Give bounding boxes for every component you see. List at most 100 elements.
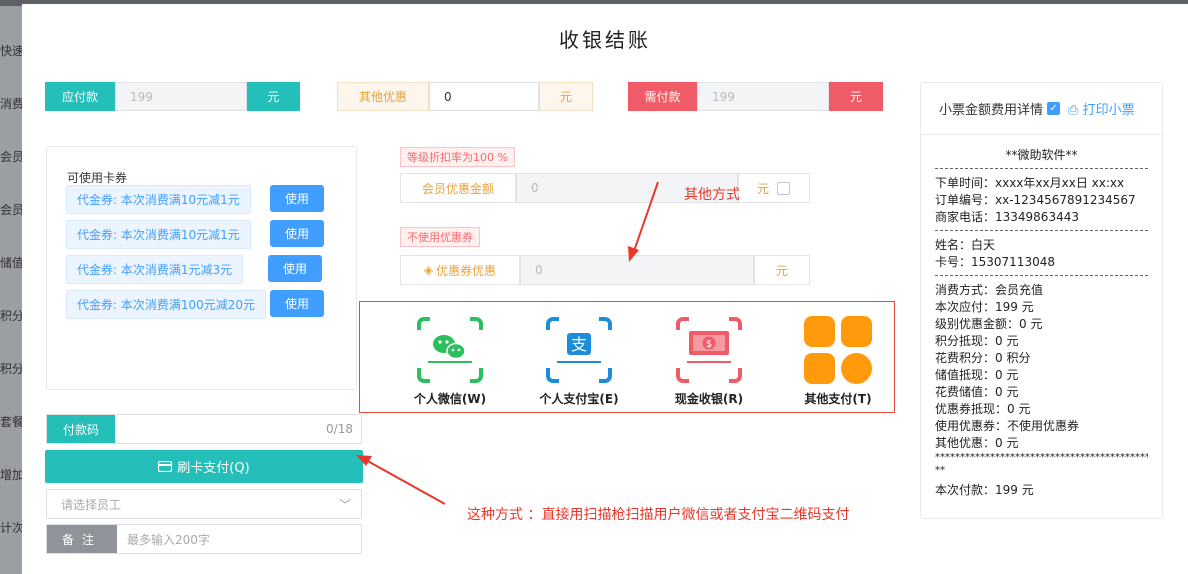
coupon-discount-input[interactable]: 0 [520, 255, 754, 285]
level-discount-tag: 等级折扣率为100 % [400, 147, 515, 167]
other-discount-group: 其他优惠 0 元 [337, 82, 593, 111]
member-discount-unit: 元 [738, 173, 810, 203]
alipay-label: 个人支付宝(E) [539, 392, 619, 406]
payment-methods-panel: 个人微信(W) 支 个人支付宝(E) $ 现金收银(R) 其他支付(T) [359, 301, 895, 413]
wechat-pay-option[interactable]: 个人微信(W) [395, 316, 505, 407]
receipt-line: 消费方式：会员充值 [935, 283, 1044, 297]
staff-select[interactable]: 请选择员工 ﹀ [46, 489, 362, 519]
other-discount-unit: 元 [539, 82, 593, 111]
receipt-body: **微助软件** 下单时间：xxxx年xx月xx日 xx:xx 订单编号：xx-… [921, 147, 1162, 499]
payment-code-label: 付款码 [47, 415, 115, 443]
sidebar-item[interactable]: 增加 [0, 466, 24, 483]
payable-group: 应付款 199 元 [45, 82, 300, 111]
receipt-stars: ****************************************… [935, 452, 1148, 463]
coupon-item: 代金券: 本次消费满10元减1元 [66, 185, 251, 214]
svg-text:$: $ [706, 339, 712, 350]
coupon-panel-title: 可使用卡券 [67, 171, 128, 185]
coupon-item: 代金券: 本次消费满100元减20元 [66, 290, 267, 319]
member-discount-checkbox[interactable] [777, 181, 791, 195]
coupon-item: 代金券: 本次消费满1元减3元 [66, 255, 244, 284]
annotation-other-methods: 其他方式 [684, 187, 740, 203]
payable-label: 应付款 [45, 82, 115, 111]
staff-select-placeholder: 请选择员工 [61, 497, 122, 512]
receipt-line: 姓名：白天 [935, 238, 996, 252]
member-discount-group: 会员优惠金额 0 元 [400, 173, 810, 203]
swipe-card-button[interactable]: 刷卡支付(Q) [45, 450, 363, 483]
payable-input[interactable]: 199 [115, 82, 247, 111]
receipt-line: 商家电话：13349863443 [935, 210, 1079, 224]
coupon-status-tag: 不使用优惠券 [400, 227, 480, 247]
checkout-modal: 收银结账 应付款 199 元 其他优惠 0 元 需付款 199 元 可使用卡券 … [22, 4, 1188, 574]
wechat-icon [417, 317, 483, 383]
due-label: 需付款 [628, 82, 697, 111]
sidebar-item[interactable]: 计次 [0, 519, 24, 536]
receipt-divider [935, 275, 1148, 276]
cash-pay-label: 现金收银(R) [674, 392, 744, 406]
coupon-discount-label-text: 优惠券优惠 [436, 263, 497, 278]
payment-code-input[interactable]: 0/18 [115, 415, 361, 443]
due-unit: 元 [829, 82, 883, 111]
other-discount-input[interactable]: 0 [429, 82, 539, 111]
note-label: 备注 [47, 525, 117, 553]
printer-icon: ⎙ [1068, 103, 1079, 118]
sidebar-item[interactable]: 消费 [0, 95, 24, 112]
use-coupon-button[interactable]: 使用 [270, 220, 324, 247]
use-coupon-button[interactable]: 使用 [270, 185, 324, 212]
due-input[interactable]: 199 [697, 82, 829, 111]
use-coupon-button[interactable]: 使用 [270, 290, 324, 317]
receipt-line: 下单时间：xxxx年xx月xx日 xx:xx [935, 176, 1125, 190]
use-coupon-button[interactable]: 使用 [268, 255, 322, 282]
note-group: 备注 最多输入200字 [46, 524, 362, 554]
receipt-line: 级别优惠金额：0 元 [935, 317, 1043, 331]
cash-pay-option[interactable]: $ 现金收银(R) [654, 316, 764, 407]
note-input[interactable]: 最多输入200字 [117, 525, 361, 553]
due-group: 需付款 199 元 [628, 82, 883, 111]
other-pay-label: 其他支付(T) [804, 392, 872, 406]
receipt-line: 花费积分：0 积分 [935, 351, 1031, 365]
receipt-shop-name: **微助软件** [1005, 148, 1078, 162]
sidebar-item[interactable]: 积分 [0, 360, 24, 377]
member-discount-unit-text: 元 [757, 181, 770, 196]
swipe-card-label: 刷卡支付(Q) [177, 461, 250, 476]
print-receipt-label: 打印小票 [1082, 103, 1135, 118]
payable-unit: 元 [247, 82, 300, 111]
sidebar-item[interactable]: 积分 [0, 307, 24, 324]
tag-icon: ◈ [423, 263, 434, 277]
cash-icon: $ [676, 317, 742, 383]
coupon-discount-group: ◈ 优惠券优惠 0 元 [400, 255, 810, 285]
receipt-line: 本次应付：199 元 [935, 300, 1034, 314]
modal-title: 收银结账 [559, 28, 651, 52]
receipt-header: 小票金额费用详情 ✓ ⎙ 打印小票 [921, 83, 1162, 135]
chevron-down-icon: ﹀ [338, 498, 351, 512]
receipt-line: 订单编号：xx-1234567891234567 [935, 193, 1136, 207]
grid-icon [804, 316, 872, 384]
background-sidebar: 快速 消费 会员 会员 储值 积分 积分 套餐 增加 计次 [0, 6, 24, 574]
receipt-line: 使用优惠券：不使用优惠券 [935, 419, 1080, 433]
receipt-stars-end: ** [935, 465, 945, 476]
wechat-pay-label: 个人微信(W) [413, 392, 487, 406]
sidebar-item[interactable]: 快速 [0, 42, 24, 59]
alipay-icon: 支 [546, 317, 612, 383]
credit-card-icon [158, 461, 173, 472]
receipt-total: 本次付款：199 元 [935, 483, 1034, 497]
other-pay-option[interactable]: 其他支付(T) [783, 316, 893, 407]
sidebar-item[interactable]: 会员 [0, 148, 24, 165]
receipt-detail-checkbox[interactable]: ✓ [1047, 102, 1061, 115]
payment-code-counter: 0/18 [326, 422, 353, 436]
receipt-line: 积分抵现：0 元 [935, 334, 1019, 348]
other-discount-label: 其他优惠 [337, 82, 429, 111]
sidebar-item[interactable]: 储值 [0, 254, 24, 271]
annotation-scan-method: 这种方式 ：直接用扫描枪扫描用户微信或者支付宝二维码支付 [467, 507, 850, 523]
receipt-line: 其他优惠：0 元 [935, 436, 1019, 450]
sidebar-item[interactable]: 套餐 [0, 413, 24, 430]
sidebar-item[interactable]: 会员 [0, 201, 24, 218]
coupon-item: 代金券: 本次消费满10元减1元 [66, 220, 251, 249]
coupon-panel: 可使用卡券 代金券: 本次消费满10元减1元 使用 代金券: 本次消费满10元减… [46, 146, 357, 390]
coupon-discount-label: ◈ 优惠券优惠 [400, 255, 520, 285]
receipt-line: 花费储值：0 元 [935, 385, 1019, 399]
member-discount-label: 会员优惠金额 [400, 173, 516, 203]
print-receipt-button[interactable]: ⎙ 打印小票 [1068, 99, 1135, 118]
receipt-line: 卡号：15307113048 [935, 255, 1055, 269]
alipay-option[interactable]: 支 个人支付宝(E) [524, 316, 634, 407]
receipt-panel: 小票金额费用详情 ✓ ⎙ 打印小票 **微助软件** 下单时间：xxxx年xx月… [920, 82, 1163, 519]
